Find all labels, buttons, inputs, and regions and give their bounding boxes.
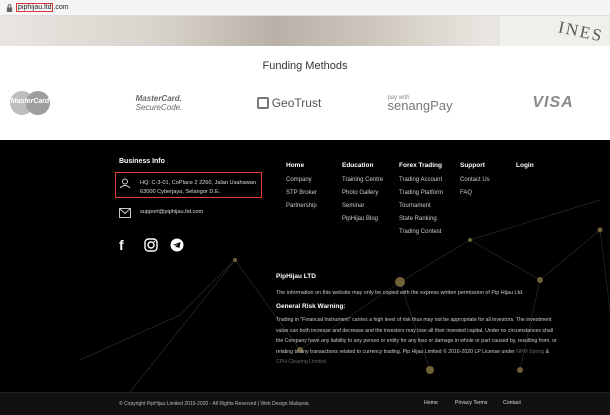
business-address: HQ: C-3-01, CoPlace 2 2260, Jalan Usahaw… [140, 180, 256, 195]
footer-link-training-centre[interactable]: Training Centre [342, 177, 383, 183]
footer-nav-login: Login [516, 162, 534, 177]
senangpay-logo: pay with senangPay [387, 94, 453, 113]
footer-link-trading-account[interactable]: Trading Account [399, 177, 443, 183]
footer-nav-forex-title[interactable]: Forex Trading [399, 162, 443, 169]
footer-nav-education-title[interactable]: Education [342, 162, 383, 169]
address-bar[interactable]: piphijau.ltd .com [0, 0, 610, 16]
footer-link-company[interactable]: Company [286, 177, 317, 183]
copyright-text: © Copyright PipHijau Limited 2016-2020 -… [119, 401, 309, 407]
footer-link-tournament[interactable]: Tournament [399, 203, 443, 209]
facebook-icon[interactable]: f [119, 238, 133, 252]
funding-methods-section: Funding Methods MasterCard MasterCard. S… [0, 46, 610, 140]
geotrust-logo: GeoTrust [253, 88, 325, 118]
copy-permission-notice: The information on this website may only… [276, 290, 524, 296]
bottom-link-contact[interactable]: Contact [503, 400, 521, 406]
footer-link-partnership[interactable]: Partnership [286, 203, 317, 209]
newspaper-image: INES [500, 16, 610, 46]
url-suffix: .com [53, 4, 69, 11]
url-host: piphijau.ltd [16, 3, 54, 12]
footer-link-piphijau-blog[interactable]: PipHijau Blog [342, 216, 383, 222]
company-title: PipHijau LTD [276, 273, 316, 280]
footer-link-seminar[interactable]: Seminar [342, 203, 383, 209]
site-footer: Business Info HQ: C-3-01, CoPlace 2 2260… [0, 140, 610, 392]
geotrust-icon [256, 97, 269, 109]
footer-link-trading-platform[interactable]: Trading Platform [399, 190, 443, 196]
funding-title: Funding Methods [262, 60, 348, 72]
footer-bottom-bar: © Copyright PipHijau Limited 2016-2020 -… [0, 392, 610, 415]
footer-link-stp-broker[interactable]: STP Broker [286, 190, 317, 196]
footer-nav-login-title[interactable]: Login [516, 162, 534, 169]
npm-spring-link[interactable]: NPM Spring [516, 349, 544, 355]
newspaper-headline: INES [556, 17, 606, 46]
mail-icon [119, 208, 131, 218]
location-pin-icon [119, 178, 131, 189]
footer-nav-home-title[interactable]: Home [286, 162, 317, 169]
footer-nav-forex: Forex Trading Trading Account Trading Pl… [399, 162, 443, 242]
cph-clearing-link[interactable]: CPH Clearing Limited. [276, 359, 327, 365]
lock-icon [6, 3, 13, 12]
bottom-link-home[interactable]: Home [424, 400, 438, 406]
footer-link-contact-us[interactable]: Contact Us [460, 177, 490, 183]
footer-link-faq[interactable]: FAQ [460, 190, 490, 196]
footer-link-state-ranking[interactable]: State Ranking [399, 216, 443, 222]
risk-warning-title: General Risk Warning: [276, 303, 346, 310]
instagram-icon[interactable] [144, 238, 158, 252]
footer-nav-support-title[interactable]: Support [460, 162, 490, 169]
footer-link-trading-contest[interactable]: Trading Contest [399, 229, 443, 235]
risk-warning-text: Trading in "Financial Instrument" carrie… [276, 317, 557, 366]
footer-nav-support: Support Contact Us FAQ [460, 162, 490, 203]
hero-banner: INES [0, 16, 610, 46]
footer-nav-home: Home Company STP Broker Partnership [286, 162, 317, 216]
business-info-title: Business Info [119, 158, 165, 165]
bottom-link-privacy-terms[interactable]: Privacy Terms [455, 400, 487, 406]
mastercard-securecode-logo: MasterCard. SecureCode. [135, 94, 183, 112]
mastercard-logo: MasterCard [8, 88, 52, 118]
telegram-icon[interactable] [170, 238, 184, 252]
visa-logo: VISA [532, 94, 574, 111]
footer-link-photo-gallery[interactable]: Photo Gallery [342, 190, 383, 196]
footer-nav-education: Education Training Centre Photo Gallery … [342, 162, 383, 229]
support-email-link[interactable]: support@piphijau.ltd.com [140, 209, 203, 215]
